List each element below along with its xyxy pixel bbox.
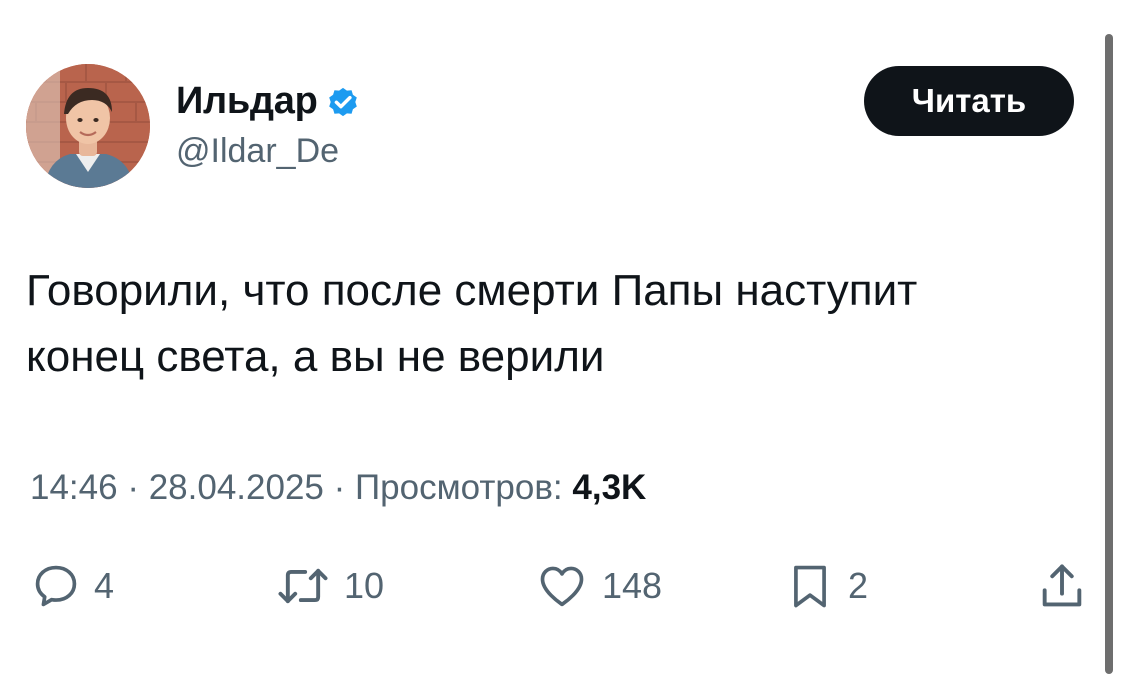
tweet-date[interactable]: 28.04.2025 bbox=[149, 468, 324, 507]
like-button[interactable]: 148 bbox=[534, 558, 662, 614]
tweet-meta: 14:46 · 28.04.2025 · Просмотров: 4,3K bbox=[30, 466, 646, 510]
tweet-time[interactable]: 14:46 bbox=[30, 468, 118, 507]
share-upload-icon bbox=[1042, 564, 1082, 607]
share-button[interactable] bbox=[1036, 558, 1088, 614]
views-count: 4,3K bbox=[572, 468, 647, 507]
bookmark-icon bbox=[794, 565, 826, 608]
reply-count: 4 bbox=[94, 565, 115, 606]
tweet-text: Говорили, что после смерти Папы наступит… bbox=[26, 258, 1066, 390]
reply-button[interactable]: 4 bbox=[30, 558, 114, 614]
repost-button[interactable]: 10 bbox=[274, 558, 384, 614]
avatar[interactable] bbox=[26, 64, 150, 188]
heart-icon bbox=[540, 566, 584, 607]
meta-separator: · bbox=[127, 468, 139, 507]
repost-count: 10 bbox=[344, 565, 385, 606]
tweet-text-line-1: Говорили, что после смерти Папы наступит bbox=[26, 266, 918, 315]
verified-badge-icon bbox=[329, 87, 358, 117]
bookmark-button[interactable]: 2 bbox=[784, 558, 868, 614]
avatar-photo bbox=[26, 64, 150, 188]
bookmark-count: 2 bbox=[848, 565, 869, 606]
like-count: 148 bbox=[602, 565, 663, 606]
speech-bubble-icon bbox=[35, 565, 77, 607]
display-name[interactable]: Ильдар bbox=[176, 78, 318, 124]
meta-separator: · bbox=[333, 468, 346, 507]
tweet-text-line-2: конец света, а вы не верили bbox=[26, 332, 605, 381]
repost-arrows-icon bbox=[278, 568, 328, 604]
author-handle[interactable]: @Ildar_De bbox=[176, 130, 339, 172]
scrollbar[interactable] bbox=[1105, 34, 1113, 674]
read-button[interactable]: Читать bbox=[864, 66, 1074, 136]
author-name-row[interactable]: Ильдар bbox=[176, 78, 361, 124]
views-label: Просмотров: bbox=[355, 468, 563, 507]
